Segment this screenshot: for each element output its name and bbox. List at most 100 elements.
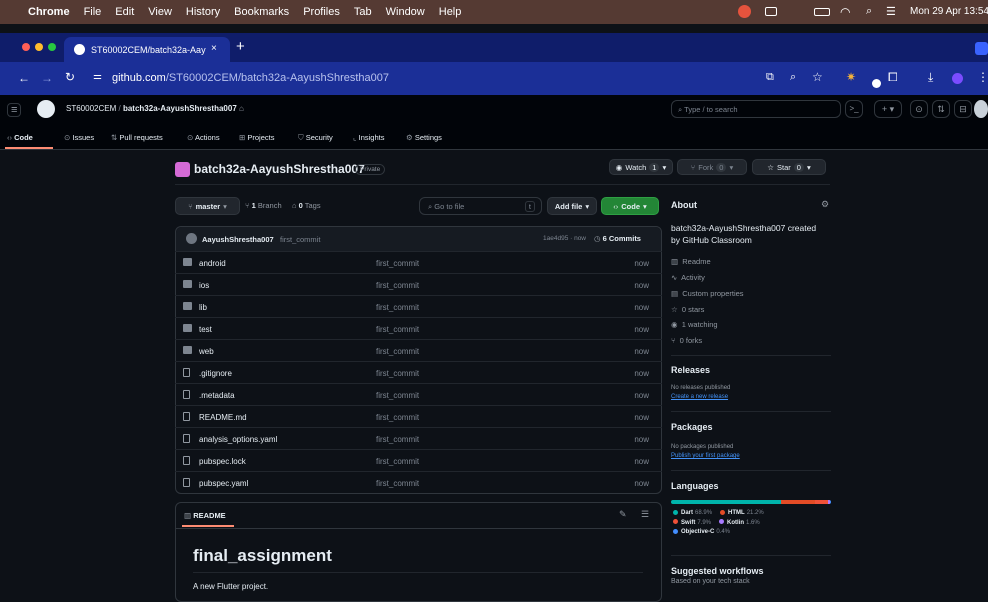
zoom-icon[interactable]: ⌕ (790, 71, 796, 84)
tab-issues[interactable]: ⊙ Issues (64, 133, 94, 142)
file-row[interactable]: lib first_commit now (175, 295, 662, 317)
create-new-icon[interactable]: + ▾ (874, 100, 902, 118)
repo-name[interactable]: batch32a-AayushShrestha007 (194, 162, 365, 176)
wifi-icon[interactable]: ◠ (840, 5, 850, 19)
edit-pencil-icon[interactable]: ✎ (619, 509, 627, 520)
file-name[interactable]: android (199, 259, 226, 268)
go-to-file-input[interactable]: ⌕ Go to file t (419, 197, 542, 215)
commit-message[interactable]: first_commit (280, 235, 320, 244)
message-icon[interactable] (765, 7, 777, 16)
forks-link[interactable]: ⑂ 0 forks (671, 336, 702, 345)
command-palette-icon[interactable]: >_ (845, 100, 863, 118)
tab-projects[interactable]: ⊞ Projects (239, 133, 274, 142)
watching-link[interactable]: ◉ 1 watching (671, 320, 718, 329)
code-button[interactable]: ‹› Code ▾ (601, 197, 659, 215)
file-row[interactable]: web first_commit now (175, 339, 662, 361)
tab-security[interactable]: ⛉ Security (298, 133, 333, 143)
file-name[interactable]: pubspec.yaml (199, 479, 248, 488)
language-item[interactable]: Dart 68.9% (673, 509, 712, 519)
watch-button[interactable]: ◉ Watch 1 ▾ (609, 159, 673, 175)
search-icon[interactable]: ⌕ (866, 5, 872, 18)
branch-selector[interactable]: ⑂ master ▾ (175, 197, 240, 215)
commit-hash[interactable]: 1ae4d95 · now (543, 235, 586, 242)
file-commit-message[interactable]: first_commit (376, 325, 419, 334)
tab-settings[interactable]: ⚙ Settings (406, 133, 442, 142)
star-button[interactable]: ☆ Star 0 ▾ (752, 159, 826, 175)
file-name[interactable]: pubspec.lock (199, 457, 246, 466)
file-row[interactable]: pubspec.yaml first_commit now (175, 471, 662, 493)
zoom-window-button[interactable] (48, 43, 56, 51)
extension-sun-icon[interactable]: ✷ (846, 70, 856, 84)
add-file-button[interactable]: Add file ▾ (547, 197, 597, 215)
tab-insights[interactable]: ⌞ Insights (353, 133, 384, 142)
commits-link[interactable]: ◷ 6 Commits (594, 234, 641, 243)
language-item[interactable]: Swift 7.9% (673, 519, 711, 529)
menu-tab[interactable]: Tab (354, 6, 372, 18)
create-release-link[interactable]: Create a new release (671, 394, 728, 400)
minimize-window-button[interactable] (35, 43, 43, 51)
tab-search-button[interactable] (975, 42, 988, 55)
menu-clock[interactable]: Mon 29 Apr 13:54 (910, 6, 988, 17)
file-name[interactable]: lib (199, 303, 207, 312)
close-window-button[interactable] (22, 43, 30, 51)
file-name[interactable]: analysis_options.yaml (199, 435, 277, 444)
back-arrow-icon[interactable]: ← (18, 71, 30, 85)
reload-icon[interactable]: ↻ (65, 70, 75, 84)
bookmark-star-icon[interactable]: ☆ (812, 70, 823, 84)
file-commit-message[interactable]: first_commit (376, 369, 419, 378)
tags-link[interactable]: ⌂ 0 Tags (292, 201, 321, 210)
releases-heading[interactable]: Releases (671, 365, 710, 375)
menu-edit[interactable]: Edit (115, 6, 134, 18)
forward-arrow-icon[interactable]: → (41, 71, 53, 85)
tab-actions[interactable]: ⊙ Actions (187, 133, 220, 142)
close-tab-icon[interactable]: × (211, 43, 217, 54)
file-commit-message[interactable]: first_commit (376, 259, 419, 268)
battery-icon[interactable] (814, 8, 830, 16)
profile-avatar[interactable] (952, 73, 963, 84)
pull-requests-icon[interactable]: ⇅ (932, 100, 950, 118)
menu-view[interactable]: View (148, 6, 172, 18)
commit-author[interactable]: AayushShrestha007 (202, 235, 274, 244)
menu-app-name[interactable]: Chrome (28, 6, 70, 18)
custom-properties-link[interactable]: ▤ Custom properties (671, 289, 744, 298)
language-item[interactable]: Objective-C 0.4% (673, 528, 730, 538)
menu-help[interactable]: Help (439, 6, 462, 18)
active-tab[interactable]: ST60002CEM/batch32a-Aay × (64, 37, 230, 62)
hamburger-menu-icon[interactable]: ≡ (7, 103, 22, 117)
menu-window[interactable]: Window (386, 6, 425, 18)
extension-icon[interactable] (872, 79, 881, 88)
file-name[interactable]: web (199, 347, 214, 356)
about-settings-gear-icon[interactable]: ⚙ (821, 199, 829, 210)
breadcrumb-repo[interactable]: batch32a-AayushShrestha007 (123, 104, 237, 113)
file-commit-message[interactable]: first_commit (376, 281, 419, 290)
install-app-icon[interactable]: ⧉ (766, 71, 774, 84)
file-commit-message[interactable]: first_commit (376, 347, 419, 356)
language-item[interactable]: Kotlin 1.6% (719, 519, 760, 529)
download-icon[interactable]: ⤓ (928, 70, 933, 85)
file-name[interactable]: test (199, 325, 212, 334)
language-item[interactable]: HTML 21.2% (720, 509, 764, 519)
browser-menu-icon[interactable]: ⋮ (977, 70, 988, 84)
file-commit-message[interactable]: first_commit (376, 457, 419, 466)
stars-link[interactable]: ☆ 0 stars (671, 305, 704, 314)
new-tab-button[interactable]: + (236, 38, 245, 55)
menu-profiles[interactable]: Profiles (303, 6, 340, 18)
file-commit-message[interactable]: first_commit (376, 303, 419, 312)
url-field[interactable]: github.com/ST60002CEM/batch32a-AayushShr… (112, 72, 389, 84)
file-commit-message[interactable]: first_commit (376, 479, 419, 488)
readme-link[interactable]: ▥ Readme (671, 257, 711, 266)
issues-icon[interactable]: ⊙ (910, 100, 928, 118)
tab-code[interactable]: ‹› Code (7, 133, 33, 142)
file-name[interactable]: .gitignore (199, 369, 232, 378)
control-center-icon[interactable]: ☰ (886, 5, 896, 18)
file-name[interactable]: .metadata (199, 391, 235, 400)
file-row[interactable]: ios first_commit now (175, 273, 662, 295)
fork-button[interactable]: ⑂ Fork 0 ▾ (677, 159, 747, 175)
file-name[interactable]: ios (199, 281, 209, 290)
tab-pull-requests[interactable]: ⇅ Pull requests (111, 133, 163, 142)
search-input[interactable]: ⌕ Type / to search (671, 100, 841, 118)
file-row[interactable]: test first_commit now (175, 317, 662, 339)
user-avatar[interactable] (974, 100, 988, 118)
menu-file[interactable]: File (84, 6, 102, 18)
menu-bookmarks[interactable]: Bookmarks (234, 6, 289, 18)
